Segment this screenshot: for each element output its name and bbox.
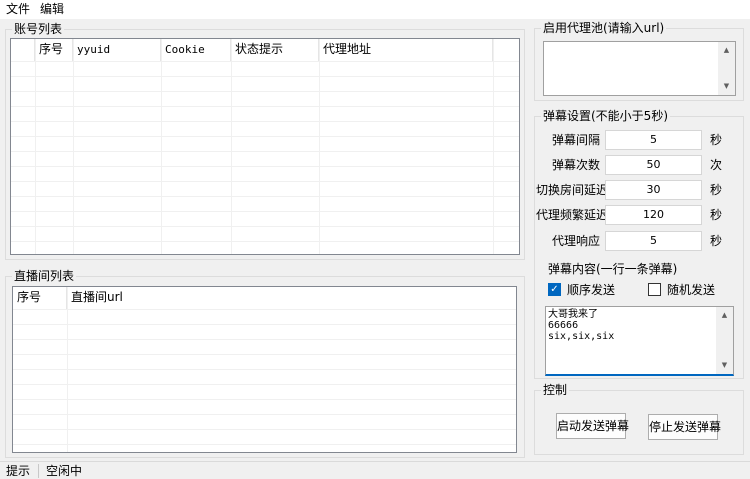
proxy-response-label: 代理响应	[551, 234, 600, 248]
grid-line	[13, 399, 516, 400]
status-label: 提示	[6, 464, 31, 478]
count-label: 弹幕次数	[551, 158, 600, 172]
grid-line	[231, 39, 232, 254]
account-col-blank[interactable]	[11, 39, 35, 61]
grid-line	[11, 151, 519, 152]
grid-line	[11, 211, 519, 212]
grid-line	[13, 324, 516, 325]
grid-line	[35, 39, 36, 254]
grid-line	[11, 196, 519, 197]
interval-label: 弹幕间隔	[551, 133, 600, 147]
proxy-response-input[interactable]: 5	[605, 231, 702, 251]
grid-line	[13, 309, 516, 310]
grid-line	[11, 226, 519, 227]
grid-line	[11, 121, 519, 122]
account-col-index[interactable]: 序号	[35, 39, 73, 61]
random-send-label: 随机发送	[667, 283, 716, 297]
grid-line	[161, 39, 162, 254]
danmaku-content-label: 弹幕内容(一行一条弹幕)	[548, 262, 678, 276]
grid-line	[73, 39, 74, 254]
grid-line	[11, 106, 519, 107]
room-list[interactable]: 序号 直播间url	[12, 286, 517, 453]
danmaku-content-scrollbar[interactable]: ▲ ▼	[716, 307, 733, 374]
switch-room-delay-unit: 秒	[710, 183, 723, 197]
grid-line	[13, 414, 516, 415]
scroll-up-icon[interactable]: ▲	[718, 42, 735, 59]
switch-room-delay-input[interactable]: 30	[605, 180, 702, 200]
proxy-frequent-delay-unit: 秒	[710, 208, 723, 222]
unchecked-box-icon	[648, 283, 661, 296]
proxy-frequent-delay-label: 代理频繁延迟	[536, 208, 609, 222]
menu-file[interactable]: 文件	[4, 2, 32, 17]
grid-line	[493, 39, 494, 254]
scroll-down-icon[interactable]: ▼	[718, 78, 735, 95]
grid-line	[13, 339, 516, 340]
room-list-title: 直播间列表	[12, 269, 77, 283]
grid-line	[11, 166, 519, 167]
room-col-url[interactable]: 直播间url	[67, 287, 516, 309]
grid-line	[11, 61, 519, 62]
scroll-down-icon[interactable]: ▼	[716, 357, 733, 374]
proxy-pool-title: 启用代理池(请输入url)	[541, 21, 667, 35]
account-list[interactable]: 序号 yyuid Cookie 状态提示 代理地址	[10, 38, 520, 255]
grid-line	[13, 354, 516, 355]
grid-line	[11, 241, 519, 242]
danmaku-content-input[interactable]: 大哥我来了 66666 six,six,six ▲ ▼	[545, 306, 734, 376]
start-send-button[interactable]: 启动发送弹幕	[556, 413, 629, 439]
grid-line	[11, 91, 519, 92]
status-bar: 提示 空闲中	[0, 461, 750, 479]
account-col-filler	[493, 39, 519, 61]
danmaku-settings-title: 弹幕设置(不能小于5秒)	[541, 109, 670, 123]
grid-line	[13, 444, 516, 445]
proxy-pool-input[interactable]: ▲ ▼	[543, 41, 736, 96]
grid-line	[13, 369, 516, 370]
account-col-status[interactable]: 状态提示	[231, 39, 319, 61]
random-send-checkbox[interactable]: 随机发送	[648, 281, 715, 298]
grid-line	[13, 384, 516, 385]
proxy-response-unit: 秒	[710, 234, 723, 248]
account-col-proxy[interactable]: 代理地址	[319, 39, 493, 61]
menu-bar: 文件 编辑	[0, 0, 750, 19]
account-col-yyuid[interactable]: yyuid	[73, 39, 161, 61]
control-title: 控制	[541, 383, 570, 397]
grid-line	[319, 39, 320, 254]
interval-unit: 秒	[710, 133, 723, 147]
stop-send-button[interactable]: 停止发送弹幕	[648, 414, 721, 440]
grid-line	[11, 76, 519, 77]
scroll-up-icon[interactable]: ▲	[716, 307, 733, 324]
grid-line	[13, 429, 516, 430]
switch-room-delay-label: 切换房间延迟	[536, 183, 609, 197]
status-value: 空闲中	[46, 464, 83, 478]
sequential-send-checkbox[interactable]: ✓ 顺序发送	[548, 281, 615, 298]
count-unit: 次	[710, 158, 723, 172]
room-col-index[interactable]: 序号	[13, 287, 67, 309]
account-col-cookie[interactable]: Cookie	[161, 39, 231, 61]
interval-input[interactable]: 5	[605, 130, 702, 150]
count-input[interactable]: 50	[605, 155, 702, 175]
danmaku-content-text: 大哥我来了 66666 six,six,six	[548, 309, 615, 342]
proxy-pool-scrollbar[interactable]: ▲ ▼	[718, 42, 735, 95]
account-list-title: 账号列表	[12, 22, 65, 36]
grid-line	[11, 136, 519, 137]
proxy-frequent-delay-input[interactable]: 120	[605, 205, 702, 225]
menu-edit[interactable]: 编辑	[38, 2, 66, 17]
checkmark-icon: ✓	[548, 283, 561, 296]
grid-line	[11, 181, 519, 182]
status-separator	[38, 464, 39, 478]
sequential-send-label: 顺序发送	[567, 283, 616, 297]
